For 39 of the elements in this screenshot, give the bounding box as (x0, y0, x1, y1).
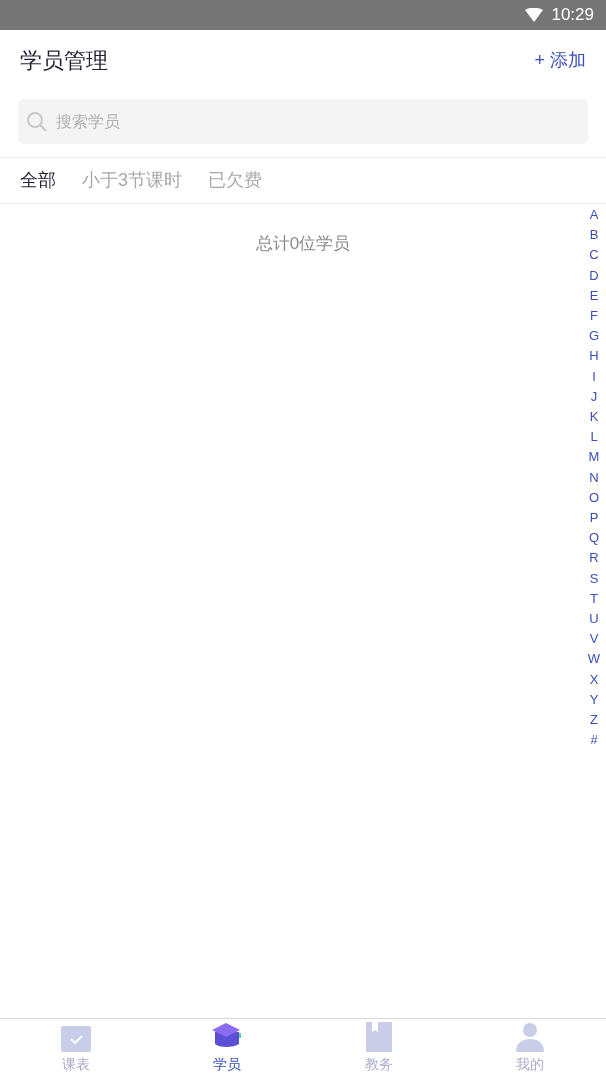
index-letter[interactable]: Q (588, 528, 600, 549)
person-icon (516, 1022, 545, 1052)
search-icon (26, 111, 48, 133)
book-icon (365, 1022, 392, 1052)
student-count: 总计0位学员 (255, 233, 351, 255)
index-letter[interactable]: V (589, 629, 599, 650)
index-letter[interactable]: Z (590, 710, 598, 731)
index-letter[interactable]: R (589, 548, 599, 569)
index-letter[interactable]: C (589, 245, 599, 266)
add-button[interactable]: + 添加 (534, 46, 586, 74)
index-letter[interactable]: M (588, 447, 600, 468)
index-letter[interactable]: G (588, 326, 600, 347)
index-letter[interactable]: U (589, 609, 599, 630)
index-letter[interactable]: Y (589, 689, 599, 711)
index-letter[interactable]: O (588, 487, 600, 509)
index-letter[interactable]: # (590, 730, 598, 751)
wifi-icon (525, 8, 544, 22)
index-letter[interactable]: W (587, 649, 601, 670)
nav-tab[interactable]: 学员 (151, 1019, 303, 1080)
index-letter[interactable]: H (589, 346, 599, 367)
index-letter[interactable]: D (589, 265, 599, 286)
index-letter[interactable]: X (589, 669, 599, 690)
search-field[interactable]: 搜索学员 (18, 99, 588, 144)
index-letter[interactable]: T (590, 588, 598, 610)
index-letter[interactable]: L (590, 427, 598, 448)
calendar-check-icon (60, 1024, 91, 1052)
index-letter[interactable]: A (589, 205, 599, 226)
index-letter[interactable]: I (592, 366, 596, 387)
page-title: 学员管理 (20, 46, 108, 75)
index-letter[interactable]: K (589, 407, 599, 428)
index-letter[interactable]: E (589, 285, 599, 306)
index-letter[interactable]: S (589, 568, 599, 589)
index-letter[interactable]: B (589, 225, 599, 246)
index-letter[interactable]: J (590, 386, 598, 408)
index-letter[interactable]: N (589, 467, 599, 488)
status-time: 10:29 (551, 4, 594, 27)
index-letter[interactable]: F (590, 306, 598, 327)
filter-tab[interactable]: 全部 (20, 167, 56, 194)
index-letter[interactable]: P (589, 508, 599, 529)
